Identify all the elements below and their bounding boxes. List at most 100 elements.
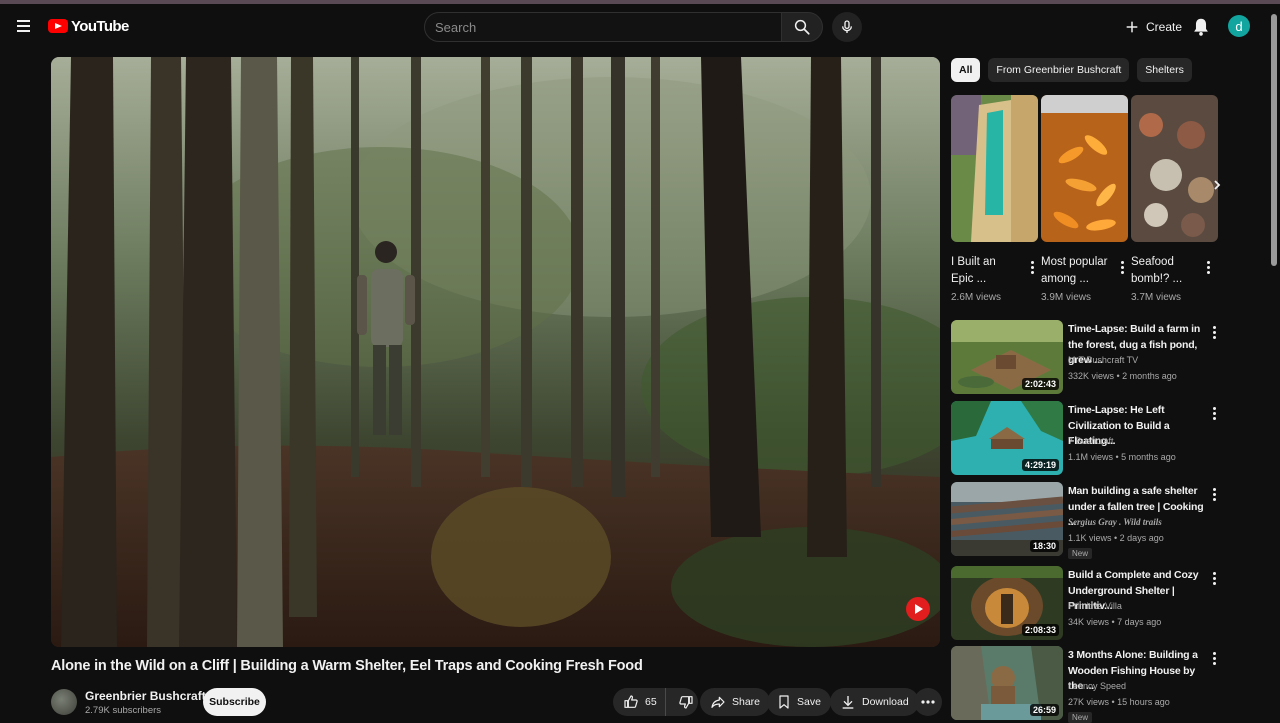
- bell-icon: [1194, 18, 1208, 36]
- short-more-button[interactable]: [1202, 258, 1214, 276]
- video-player[interactable]: [51, 57, 940, 647]
- search-icon: [794, 19, 810, 35]
- short-thumbnail-image: [1041, 95, 1128, 242]
- short-item[interactable]: Seafood bomb!? ... 3.7M views: [1131, 95, 1218, 303]
- new-badge: New: [1068, 712, 1093, 723]
- more-actions-button[interactable]: [914, 688, 942, 716]
- short-item[interactable]: I Built an Epic ... 2.6M views: [951, 95, 1038, 303]
- short-item[interactable]: Most popular among ... 3.9M views: [1041, 95, 1128, 303]
- new-badge: New: [1068, 548, 1093, 559]
- chip-shelters[interactable]: Shelters: [1137, 58, 1192, 82]
- dislike-button[interactable]: [672, 688, 694, 716]
- download-button[interactable]: Download: [830, 688, 919, 716]
- video-frame-image: [51, 57, 940, 647]
- download-icon: [842, 696, 854, 709]
- youtube-logo[interactable]: YouTube: [48, 16, 129, 36]
- recommended-video[interactable]: 18:30 Man building a safe shelter under …: [951, 482, 1221, 559]
- more-vertical-icon: [1209, 405, 1219, 421]
- video-duration: 4:29:19: [1021, 459, 1059, 471]
- video-more-button[interactable]: [1209, 405, 1219, 421]
- logo-text: YouTube: [71, 17, 129, 35]
- video-channel: Leanoy Speed: [1068, 681, 1127, 691]
- short-title: Seafood bomb!? ...: [1131, 256, 1183, 285]
- short-title: Most popular among ...: [1041, 256, 1108, 285]
- channel-owner: Greenbrier Bushcraft 2.79K subscribers: [51, 686, 206, 718]
- video-duration: 26:59: [1029, 704, 1059, 716]
- voice-search-button[interactable]: [832, 12, 862, 42]
- video-duration: 2:02:43: [1021, 378, 1059, 390]
- chip-all[interactable]: All: [951, 58, 981, 82]
- more-vertical-icon: [1209, 324, 1219, 340]
- short-thumbnail-image: [951, 95, 1038, 242]
- share-button[interactable]: Share: [700, 688, 771, 716]
- recommended-video[interactable]: 2:02:43 Time-Lapse: Build a farm in the …: [951, 320, 1221, 396]
- menu-icon-line: [17, 25, 30, 27]
- recommended-video[interactable]: 26:59 3 Months Alone: Building a Wooden …: [951, 646, 1221, 723]
- masthead: YouTube Create d: [0, 4, 1280, 48]
- short-views: 3.9M views: [1041, 292, 1092, 303]
- account-avatar[interactable]: d: [1228, 15, 1250, 37]
- save-button[interactable]: Save: [767, 688, 831, 716]
- video-more-button[interactable]: [1209, 486, 1219, 502]
- filter-chips: All From Greenbrier Bushcraft Shelters: [951, 58, 1192, 82]
- recommended-video[interactable]: 4:29:19 Time-Lapse: He Left Civilization…: [951, 401, 1221, 477]
- create-button[interactable]: Create: [1118, 14, 1188, 40]
- bookmark-icon: [779, 695, 789, 709]
- video-thumbnail: 4:29:19: [951, 401, 1063, 475]
- video-meta: 1.1K views • 2 days ago: [1068, 533, 1164, 543]
- short-thumbnail: [1041, 95, 1128, 242]
- download-label: Download: [862, 696, 909, 708]
- share-label: Share: [732, 696, 761, 708]
- like-button[interactable]: 65: [613, 688, 666, 716]
- video-more-button[interactable]: [1209, 570, 1219, 586]
- more-vertical-icon: [1209, 486, 1219, 502]
- video-meta: 27K views • 15 hours ago: [1068, 697, 1170, 707]
- more-vertical-icon: [1026, 258, 1038, 276]
- video-channel: 7 Bushcraft: [1068, 436, 1114, 446]
- microphone-icon: [842, 20, 852, 33]
- search-input[interactable]: [425, 13, 781, 41]
- video-meta: 1.1M views • 5 months ago: [1068, 452, 1176, 462]
- channel-avatar[interactable]: [51, 689, 77, 715]
- chip-from-channel[interactable]: From Greenbrier Bushcraft: [988, 58, 1130, 82]
- video-channel: Primitive Villa: [1068, 601, 1122, 611]
- video-title: Alone in the Wild on a Cliff | Building …: [51, 658, 643, 674]
- menu-icon: [17, 20, 30, 22]
- guide-menu-button[interactable]: [12, 14, 36, 38]
- search-box: [424, 12, 782, 42]
- subscribe-button[interactable]: Subscribe: [203, 688, 266, 716]
- short-thumbnail: [951, 95, 1038, 242]
- like-dislike-group: 65: [613, 688, 698, 716]
- save-label: Save: [797, 696, 821, 708]
- video-thumbnail: 26:59: [951, 646, 1063, 720]
- subscriber-count: 2.79K subscribers: [85, 704, 162, 716]
- thumbs-down-icon: [678, 696, 693, 709]
- short-thumbnail-image: [1131, 95, 1218, 242]
- short-more-button[interactable]: [1026, 258, 1038, 276]
- more-vertical-icon: [1116, 258, 1128, 276]
- plus-icon: [1126, 21, 1138, 33]
- page-scrollbar[interactable]: [1271, 14, 1277, 266]
- channel-watermark-icon[interactable]: [906, 597, 930, 621]
- search-button[interactable]: [781, 12, 823, 42]
- video-duration: 18:30: [1029, 540, 1059, 552]
- shorts-next-button[interactable]: [1205, 173, 1229, 197]
- video-more-button[interactable]: [1209, 650, 1219, 666]
- menu-icon-line: [17, 30, 30, 32]
- channel-info: Greenbrier Bushcraft 2.79K subscribers: [85, 689, 206, 716]
- notifications-button[interactable]: [1190, 16, 1212, 38]
- video-thumbnail: 18:30: [951, 482, 1063, 556]
- video-thumbnail: 2:02:43: [951, 320, 1063, 394]
- channel-name[interactable]: Greenbrier Bushcraft: [85, 689, 206, 703]
- video-channel: Sergius Gray . Wild trails: [1068, 517, 1162, 527]
- short-views: 3.7M views: [1131, 292, 1182, 303]
- video-more-button[interactable]: [1209, 324, 1219, 340]
- short-thumbnail: [1131, 95, 1218, 242]
- recommended-video[interactable]: 2:08:33 Build a Complete and Cozy Underg…: [951, 566, 1221, 642]
- more-horizontal-icon: [921, 700, 935, 704]
- short-more-button[interactable]: [1116, 258, 1128, 276]
- short-views: 2.6M views: [951, 292, 1002, 303]
- share-icon: [711, 696, 725, 708]
- video-meta: 332K views • 2 months ago: [1068, 371, 1177, 381]
- video-meta: 34K views • 7 days ago: [1068, 617, 1162, 627]
